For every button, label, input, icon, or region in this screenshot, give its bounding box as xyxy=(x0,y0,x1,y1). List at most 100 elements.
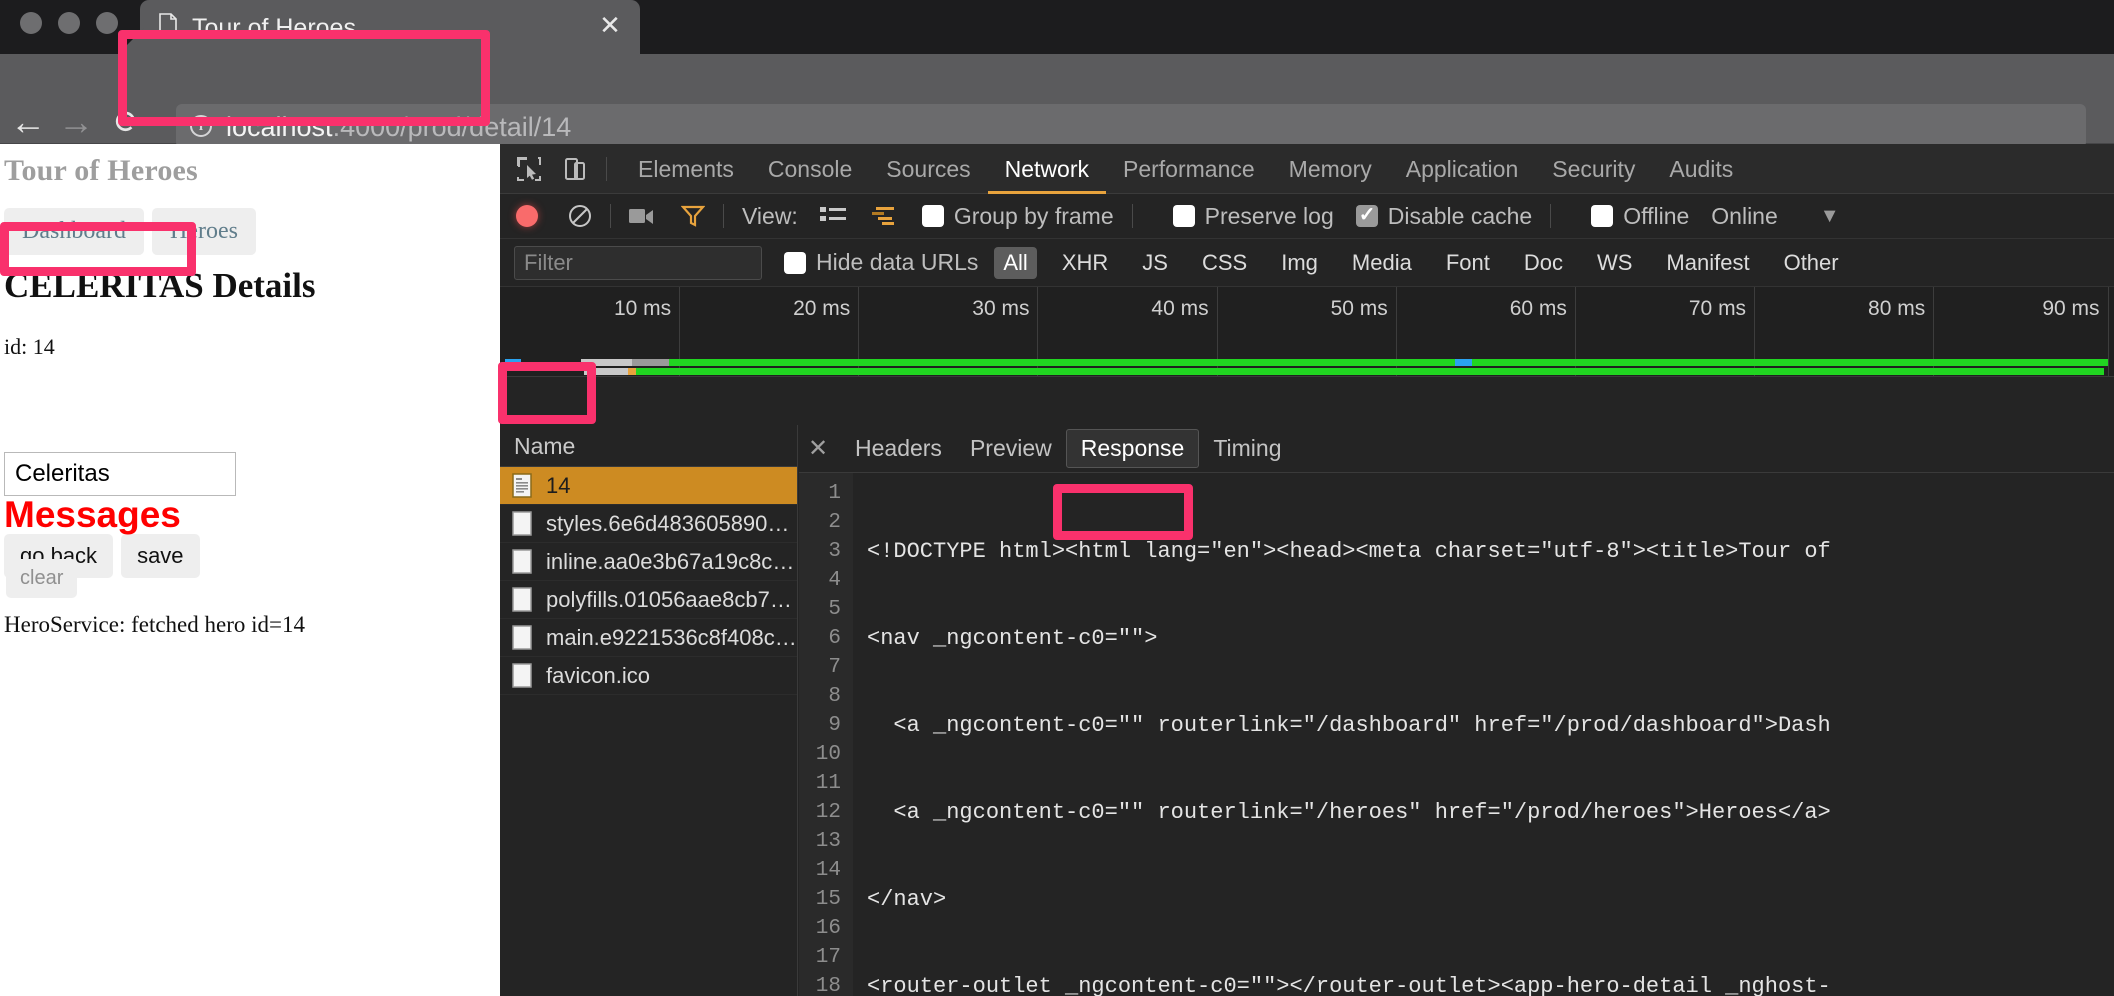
tab-security[interactable]: Security xyxy=(1535,144,1652,194)
chevron-down-icon[interactable]: ▼ xyxy=(1820,205,1840,228)
line-number: 9 xyxy=(828,714,841,737)
type-filter-doc[interactable]: Doc xyxy=(1515,247,1572,279)
type-filter-media[interactable]: Media xyxy=(1343,247,1421,279)
table-row[interactable]: main.e9221536c8f408c06df5... xyxy=(500,619,797,657)
table-row[interactable]: favicon.ico xyxy=(500,657,797,695)
tab-console[interactable]: Console xyxy=(751,144,869,194)
devtools-panel: Elements Console Sources Network Perform… xyxy=(500,144,2114,996)
type-filter-ws[interactable]: WS xyxy=(1588,247,1641,279)
table-row[interactable]: styles.6e6d4836058906a81b... xyxy=(500,505,797,543)
clear-prohibited-icon[interactable] xyxy=(568,204,592,228)
response-code-text: <!DOCTYPE html><html lang="en"><head><me… xyxy=(853,473,2114,996)
timeline-tick: 90 ms xyxy=(2042,297,2100,320)
filter-input[interactable] xyxy=(514,245,762,280)
checkbox-group-by-frame[interactable] xyxy=(921,205,944,227)
address-bar[interactable]: i localhost:4000/prod/detail/14 xyxy=(176,104,2086,148)
line-number: 7 xyxy=(828,656,841,679)
devtools-tabbar: Elements Console Sources Network Perform… xyxy=(500,144,2114,194)
line-number-gutter: 1 2 3 4 5 6 7 8 9 10 11 12 13 14 15 16 1… xyxy=(799,473,853,996)
label-preserve-log: Preserve log xyxy=(1204,202,1334,229)
document-icon xyxy=(512,625,532,650)
tab-memory[interactable]: Memory xyxy=(1272,144,1389,194)
line-number: 5 xyxy=(828,598,841,621)
type-filter-js[interactable]: JS xyxy=(1133,247,1177,279)
document-icon xyxy=(512,511,532,536)
waterfall-view-icon[interactable] xyxy=(871,205,900,227)
tab-audits[interactable]: Audits xyxy=(1652,144,1750,194)
tab-close-icon[interactable]: ✕ xyxy=(598,12,622,38)
detail-tab-timing[interactable]: Timing xyxy=(1199,430,1295,467)
checkbox-disable-cache[interactable] xyxy=(1355,202,1378,227)
line-number: 10 xyxy=(815,743,841,766)
checkbox-offline[interactable] xyxy=(1591,205,1614,227)
request-detail-tabs: ✕ Headers Preview Response Timing xyxy=(799,425,2114,473)
detail-tab-preview[interactable]: Preview xyxy=(956,430,1066,467)
hero-name-input[interactable] xyxy=(4,452,236,496)
line-number: 11 xyxy=(815,772,841,795)
detail-tab-response[interactable]: Response xyxy=(1065,429,1200,468)
type-filter-other[interactable]: Other xyxy=(1775,247,1848,279)
tab-sources[interactable]: Sources xyxy=(869,144,987,194)
table-row[interactable]: 14 xyxy=(500,467,797,505)
message-item: HeroService: fetched hero id=14 xyxy=(4,612,305,637)
request-name: main.e9221536c8f408c06df5... xyxy=(546,624,797,650)
line-number: 16 xyxy=(815,917,841,940)
timeline-tick: 10 ms xyxy=(613,297,672,320)
timeline-tick: 60 ms xyxy=(1509,297,1567,320)
document-icon xyxy=(512,587,532,612)
tab-application[interactable]: Application xyxy=(1389,144,1536,194)
forward-arrow-icon[interactable]: → xyxy=(56,102,96,142)
reload-icon[interactable]: ⟳ xyxy=(108,102,148,142)
request-list-column-header[interactable]: Name xyxy=(500,425,797,467)
label-hide-data-urls: Hide data URLs xyxy=(816,249,979,275)
device-toolbar-icon[interactable] xyxy=(558,153,592,185)
minimize-window-button[interactable] xyxy=(58,12,80,34)
camera-icon[interactable] xyxy=(629,207,655,225)
browser-tab-title: Tour of Heroes xyxy=(192,14,356,42)
close-icon[interactable]: ✕ xyxy=(805,434,831,463)
address-bar-url: localhost:4000/prod/detail/14 xyxy=(226,112,571,143)
table-row[interactable]: polyfills.01056aae8cb7c156e... xyxy=(500,581,797,619)
type-filter-css[interactable]: CSS xyxy=(1193,247,1256,279)
list-view-icon[interactable] xyxy=(819,205,846,227)
line-number: 1 xyxy=(828,482,841,505)
type-filter-manifest[interactable]: Manifest xyxy=(1657,247,1758,279)
info-circle-icon[interactable]: i xyxy=(190,115,212,137)
code-line: <a _ngcontent-c0="" routerlink="/heroes"… xyxy=(867,800,1831,825)
code-line: </nav> xyxy=(867,887,947,912)
type-filter-font[interactable]: Font xyxy=(1437,247,1499,279)
throttling-select-value[interactable]: Online xyxy=(1711,203,1777,230)
tab-elements[interactable]: Elements xyxy=(621,144,751,194)
type-filter-all[interactable]: All xyxy=(994,246,1037,279)
label-offline: Offline xyxy=(1623,202,1690,229)
toolbar-divider xyxy=(610,204,611,228)
clear-messages-button[interactable]: clear xyxy=(6,559,78,598)
toolbar-divider xyxy=(1550,204,1552,228)
checkbox-preserve-log[interactable] xyxy=(1172,205,1195,227)
view-label: View: xyxy=(742,202,798,229)
detail-tab-headers[interactable]: Headers xyxy=(841,430,956,467)
checkbox-hide-data-urls[interactable] xyxy=(784,251,806,274)
request-name: polyfills.01056aae8cb7c156e... xyxy=(546,586,797,612)
type-filter-xhr[interactable]: XHR xyxy=(1053,247,1117,279)
toolbar-divider xyxy=(723,204,724,228)
code-line: <a _ngcontent-c0="" routerlink="/dashboa… xyxy=(867,713,1831,738)
messages-title: Messages xyxy=(4,494,181,535)
close-window-button[interactable] xyxy=(20,12,42,34)
maximize-window-button[interactable] xyxy=(96,12,118,34)
browser-tab[interactable]: Tour of Heroes ✕ xyxy=(140,0,640,54)
type-filter-img[interactable]: Img xyxy=(1272,247,1327,279)
response-code-view[interactable]: 1 2 3 4 5 6 7 8 9 10 11 12 13 14 15 16 1… xyxy=(799,473,2114,996)
timeline-tick: 40 ms xyxy=(1151,297,1209,320)
funnel-icon[interactable] xyxy=(681,204,705,228)
tab-network[interactable]: Network xyxy=(988,144,1106,194)
window-traffic-lights xyxy=(20,12,118,34)
inspect-cursor-icon[interactable] xyxy=(512,153,546,185)
tab-performance[interactable]: Performance xyxy=(1106,144,1272,194)
toolbar-divider xyxy=(606,156,607,181)
document-icon xyxy=(512,473,532,498)
record-dot-icon[interactable] xyxy=(516,205,538,227)
back-arrow-icon[interactable]: ← xyxy=(8,102,48,142)
save-button[interactable]: save xyxy=(121,534,200,578)
table-row[interactable]: inline.aa0e3b67a19c8c9a470... xyxy=(500,543,797,581)
